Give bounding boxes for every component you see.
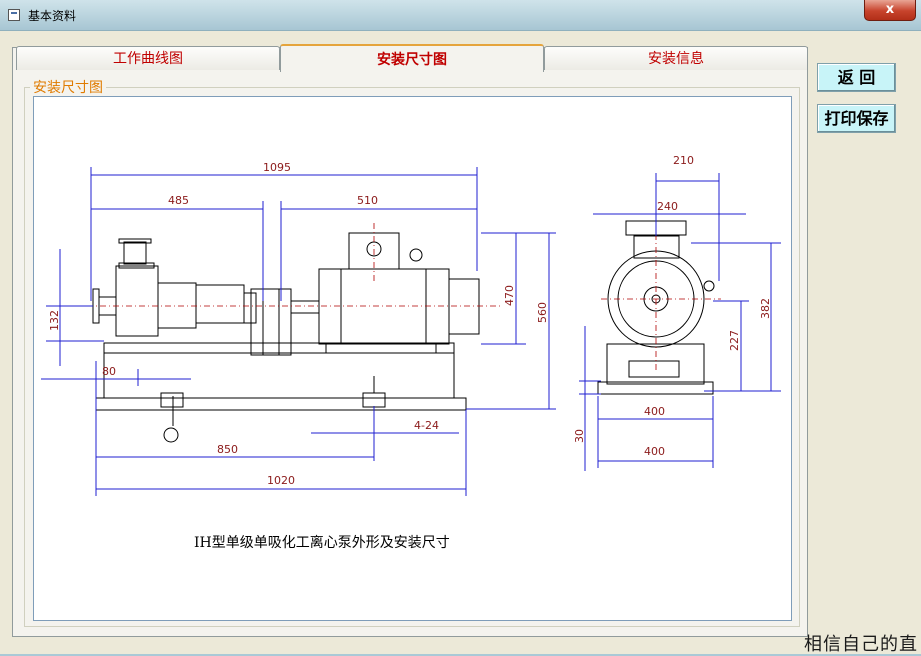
- drawing-canvas: 1095 485 510 470 560 132 80 850 1020 4-2…: [33, 96, 792, 621]
- coupling: [250, 288, 292, 356]
- print-save-button[interactable]: 打印保存: [817, 104, 896, 133]
- baseplate: [95, 397, 467, 411]
- lifting-hook: [163, 427, 179, 443]
- dim-total-height: 560: [536, 302, 549, 323]
- back-button[interactable]: 返 回: [817, 63, 896, 92]
- title-bar: 基本资料 x: [0, 0, 921, 31]
- dim-base-width-bottom: 400: [644, 445, 665, 458]
- dim-motor-length: 510: [357, 194, 378, 207]
- group-label: 安装尺寸图: [30, 77, 106, 97]
- drawing-caption: IH型单级单吸化工离心泵外形及安装尺寸: [194, 535, 450, 551]
- tab-install-info[interactable]: 安装信息: [544, 46, 808, 70]
- dim-overall-length: 1095: [263, 161, 291, 174]
- motor: [318, 268, 450, 345]
- pump-casing: [115, 265, 159, 337]
- end-dimensions: [579, 173, 781, 471]
- dim-pump-length: 485: [168, 194, 189, 207]
- dim-base-thickness: 30: [573, 429, 586, 443]
- pump-outlet: [123, 241, 147, 265]
- tab-work-curve[interactable]: 工作曲线图: [16, 46, 280, 70]
- dim-bolt-holes: 4-24: [414, 419, 439, 432]
- dim-inlet-height: 132: [48, 310, 61, 331]
- watermark-text: 相信自己的直: [804, 634, 918, 655]
- dim-motor-width: 210: [673, 154, 694, 167]
- tab-install-dimensions[interactable]: 安装尺寸图: [280, 44, 544, 72]
- close-button[interactable]: x: [864, 0, 916, 21]
- dim-base-length: 1020: [267, 474, 295, 487]
- dim-base-offset: 80: [102, 365, 116, 378]
- window-title: 基本资料: [28, 9, 77, 23]
- end-junction-box: [633, 235, 680, 259]
- dim-bolt-spacing: 850: [217, 443, 238, 456]
- dim-motor-height: 470: [503, 285, 516, 306]
- dim-base-width-top: 400: [644, 405, 665, 418]
- dim-shaft-height: 227: [728, 330, 741, 351]
- end-base-frame: [606, 343, 705, 385]
- dim-top-height: 382: [759, 298, 772, 319]
- app-icon: [8, 9, 20, 21]
- dim-junction-width: 240: [657, 200, 678, 213]
